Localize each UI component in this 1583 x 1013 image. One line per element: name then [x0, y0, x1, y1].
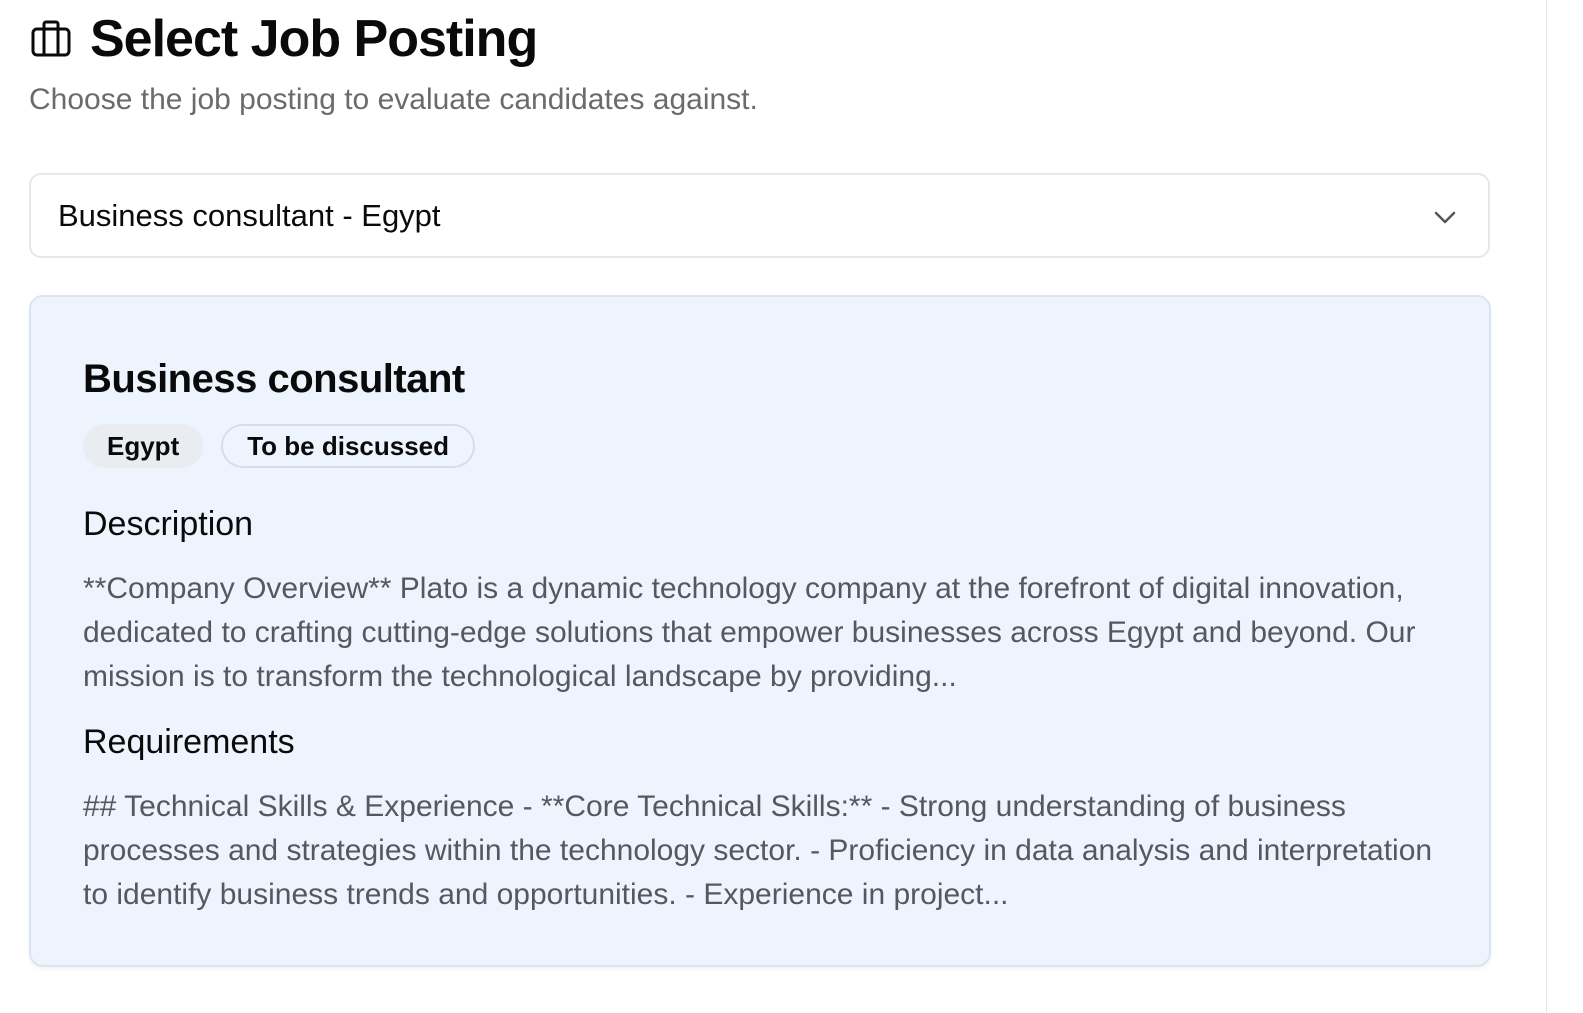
page-title: Select Job Posting — [90, 10, 538, 68]
job-posting-select[interactable]: Business consultant - Egypt — [29, 173, 1490, 258]
page-subtitle: Choose the job posting to evaluate candi… — [29, 83, 758, 116]
chevron-down-icon — [1434, 211, 1456, 224]
briefcase-icon — [31, 20, 71, 57]
requirements-heading: Requirements — [83, 723, 295, 761]
right-divider — [1546, 0, 1547, 1013]
salary-badge: To be discussed — [221, 424, 476, 468]
requirements-text: ## Technical Skills & Experience - **Cor… — [83, 790, 1433, 911]
header: Select Job Posting — [30, 8, 538, 70]
location-badge: Egypt — [83, 424, 204, 468]
description-heading: Description — [83, 505, 254, 543]
description-text: **Company Overview** Plato is a dynamic … — [83, 572, 1416, 693]
job-details-card: Business consultant Egypt To be discusse… — [29, 295, 1491, 967]
job-title: Business consultant — [83, 357, 465, 401]
job-posting-selector-page: Select Job Posting Choose the job postin… — [0, 0, 1583, 1013]
badge-row: Egypt To be discussed — [83, 424, 476, 468]
select-value: Business consultant - Egypt — [58, 197, 441, 233]
